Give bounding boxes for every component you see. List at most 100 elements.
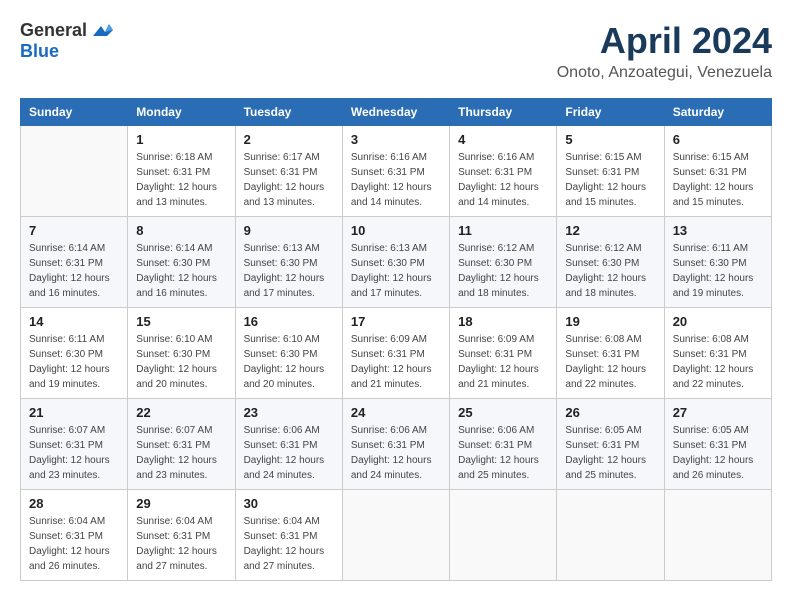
calendar-cell: 18 Sunrise: 6:09 AMSunset: 6:31 PMDayligh… [450, 308, 557, 399]
day-number: 1 [136, 132, 226, 147]
day-info: Sunrise: 6:11 AMSunset: 6:30 PMDaylight:… [673, 241, 763, 301]
calendar-cell: 10 Sunrise: 6:13 AMSunset: 6:30 PMDayligh… [342, 217, 449, 308]
calendar-cell: 11Sunrise: 6:12 AMSunset: 6:30 PMDayligh… [450, 217, 557, 308]
day-number: 5 [565, 132, 655, 147]
calendar-cell: 19 Sunrise: 6:08 AMSunset: 6:31 PMDayligh… [557, 308, 664, 399]
day-number: 16 [244, 314, 334, 329]
calendar-cell: 30 Sunrise: 6:04 AMSunset: 6:31 PMDayligh… [235, 490, 342, 581]
day-number: 7 [29, 223, 119, 238]
logo-general-text: General [20, 20, 87, 41]
calendar-cell [450, 490, 557, 581]
calendar-cell: 14Sunrise: 6:11 AMSunset: 6:30 PMDayligh… [21, 308, 128, 399]
day-number: 4 [458, 132, 548, 147]
calendar-cell: 1 Sunrise: 6:18 AMSunset: 6:31 PMDaylight… [128, 126, 235, 217]
calendar-cell [664, 490, 771, 581]
calendar-cell: 5Sunrise: 6:15 AMSunset: 6:31 PMDaylight… [557, 126, 664, 217]
weekday-header-saturday: Saturday [664, 99, 771, 126]
day-info: Sunrise: 6:07 AMSunset: 6:31 PMDaylight:… [29, 423, 119, 483]
day-number: 30 [244, 496, 334, 511]
day-info: Sunrise: 6:08 AMSunset: 6:31 PMDaylight:… [673, 332, 763, 392]
day-number: 2 [244, 132, 334, 147]
calendar-cell: 7 Sunrise: 6:14 AMSunset: 6:31 PMDaylight… [21, 217, 128, 308]
day-number: 22 [136, 405, 226, 420]
calendar-cell: 6 Sunrise: 6:15 AMSunset: 6:31 PMDaylight… [664, 126, 771, 217]
calendar-header-row: SundayMondayTuesdayWednesdayThursdayFrid… [21, 99, 772, 126]
calendar-cell: 25 Sunrise: 6:06 AMSunset: 6:31 PMDayligh… [450, 399, 557, 490]
calendar-cell [342, 490, 449, 581]
day-number: 23 [244, 405, 334, 420]
calendar-cell: 12 Sunrise: 6:12 AMSunset: 6:30 PMDayligh… [557, 217, 664, 308]
day-number: 10 [351, 223, 441, 238]
calendar-cell: 17 Sunrise: 6:09 AMSunset: 6:31 PMDayligh… [342, 308, 449, 399]
day-number: 29 [136, 496, 226, 511]
calendar-week-row: 1 Sunrise: 6:18 AMSunset: 6:31 PMDaylight… [21, 126, 772, 217]
day-info: Sunrise: 6:09 AMSunset: 6:31 PMDaylight:… [458, 332, 548, 392]
day-number: 21 [29, 405, 119, 420]
day-info: Sunrise: 6:17 AMSunset: 6:31 PMDaylight:… [244, 150, 334, 210]
calendar-week-row: 21 Sunrise: 6:07 AMSunset: 6:31 PMDayligh… [21, 399, 772, 490]
day-info: Sunrise: 6:11 AMSunset: 6:30 PMDaylight:… [29, 332, 119, 392]
calendar-cell: 21 Sunrise: 6:07 AMSunset: 6:31 PMDayligh… [21, 399, 128, 490]
day-info: Sunrise: 6:14 AMSunset: 6:30 PMDaylight:… [136, 241, 226, 301]
day-info: Sunrise: 6:04 AMSunset: 6:31 PMDaylight:… [29, 514, 119, 574]
day-info: Sunrise: 6:06 AMSunset: 6:31 PMDaylight:… [244, 423, 334, 483]
day-info: Sunrise: 6:08 AMSunset: 6:31 PMDaylight:… [565, 332, 655, 392]
day-number: 3 [351, 132, 441, 147]
calendar-cell: 29 Sunrise: 6:04 AMSunset: 6:31 PMDayligh… [128, 490, 235, 581]
day-number: 9 [244, 223, 334, 238]
calendar-cell: 27Sunrise: 6:05 AMSunset: 6:31 PMDayligh… [664, 399, 771, 490]
day-info: Sunrise: 6:12 AMSunset: 6:30 PMDaylight:… [565, 241, 655, 301]
day-info: Sunrise: 6:15 AMSunset: 6:31 PMDaylight:… [673, 150, 763, 210]
month-year-title: April 2024 [557, 20, 772, 62]
calendar-cell: 8Sunrise: 6:14 AMSunset: 6:30 PMDaylight… [128, 217, 235, 308]
day-info: Sunrise: 6:07 AMSunset: 6:31 PMDaylight:… [136, 423, 226, 483]
weekday-header-friday: Friday [557, 99, 664, 126]
calendar-cell: 26 Sunrise: 6:05 AMSunset: 6:31 PMDayligh… [557, 399, 664, 490]
day-info: Sunrise: 6:13 AMSunset: 6:30 PMDaylight:… [351, 241, 441, 301]
day-info: Sunrise: 6:18 AMSunset: 6:31 PMDaylight:… [136, 150, 226, 210]
day-info: Sunrise: 6:04 AMSunset: 6:31 PMDaylight:… [244, 514, 334, 574]
weekday-header-thursday: Thursday [450, 99, 557, 126]
day-number: 18 [458, 314, 548, 329]
weekday-header-monday: Monday [128, 99, 235, 126]
day-number: 15 [136, 314, 226, 329]
day-number: 13 [673, 223, 763, 238]
calendar-cell [557, 490, 664, 581]
calendar-body: 1 Sunrise: 6:18 AMSunset: 6:31 PMDaylight… [21, 126, 772, 581]
day-number: 17 [351, 314, 441, 329]
calendar-cell: 9 Sunrise: 6:13 AMSunset: 6:30 PMDaylight… [235, 217, 342, 308]
day-info: Sunrise: 6:06 AMSunset: 6:31 PMDaylight:… [351, 423, 441, 483]
day-number: 12 [565, 223, 655, 238]
calendar-cell [21, 126, 128, 217]
calendar-cell: 24 Sunrise: 6:06 AMSunset: 6:31 PMDayligh… [342, 399, 449, 490]
day-info: Sunrise: 6:05 AMSunset: 6:31 PMDaylight:… [565, 423, 655, 483]
day-info: Sunrise: 6:10 AMSunset: 6:30 PMDaylight:… [244, 332, 334, 392]
day-number: 19 [565, 314, 655, 329]
day-number: 26 [565, 405, 655, 420]
day-info: Sunrise: 6:16 AMSunset: 6:31 PMDaylight:… [351, 150, 441, 210]
calendar-cell: 23 Sunrise: 6:06 AMSunset: 6:31 PMDayligh… [235, 399, 342, 490]
calendar-week-row: 28 Sunrise: 6:04 AMSunset: 6:31 PMDayligh… [21, 490, 772, 581]
title-area: April 2024 Onoto, Anzoategui, Venezuela [557, 20, 772, 82]
calendar-week-row: 14Sunrise: 6:11 AMSunset: 6:30 PMDayligh… [21, 308, 772, 399]
day-info: Sunrise: 6:12 AMSunset: 6:30 PMDaylight:… [458, 241, 548, 301]
location-subtitle: Onoto, Anzoategui, Venezuela [557, 64, 772, 82]
calendar-cell: 2 Sunrise: 6:17 AMSunset: 6:31 PMDaylight… [235, 126, 342, 217]
day-number: 6 [673, 132, 763, 147]
day-info: Sunrise: 6:10 AMSunset: 6:30 PMDaylight:… [136, 332, 226, 392]
calendar-cell: 4Sunrise: 6:16 AMSunset: 6:31 PMDaylight… [450, 126, 557, 217]
day-number: 28 [29, 496, 119, 511]
day-info: Sunrise: 6:13 AMSunset: 6:30 PMDaylight:… [244, 241, 334, 301]
calendar-cell: 16 Sunrise: 6:10 AMSunset: 6:30 PMDayligh… [235, 308, 342, 399]
calendar-week-row: 7 Sunrise: 6:14 AMSunset: 6:31 PMDaylight… [21, 217, 772, 308]
day-info: Sunrise: 6:14 AMSunset: 6:31 PMDaylight:… [29, 241, 119, 301]
day-info: Sunrise: 6:04 AMSunset: 6:31 PMDaylight:… [136, 514, 226, 574]
day-info: Sunrise: 6:09 AMSunset: 6:31 PMDaylight:… [351, 332, 441, 392]
weekday-header-sunday: Sunday [21, 99, 128, 126]
header: General Blue April 2024 Onoto, Anzoategu… [20, 20, 772, 82]
day-number: 25 [458, 405, 548, 420]
weekday-header-wednesday: Wednesday [342, 99, 449, 126]
day-number: 24 [351, 405, 441, 420]
calendar-cell: 13 Sunrise: 6:11 AMSunset: 6:30 PMDayligh… [664, 217, 771, 308]
day-info: Sunrise: 6:06 AMSunset: 6:31 PMDaylight:… [458, 423, 548, 483]
